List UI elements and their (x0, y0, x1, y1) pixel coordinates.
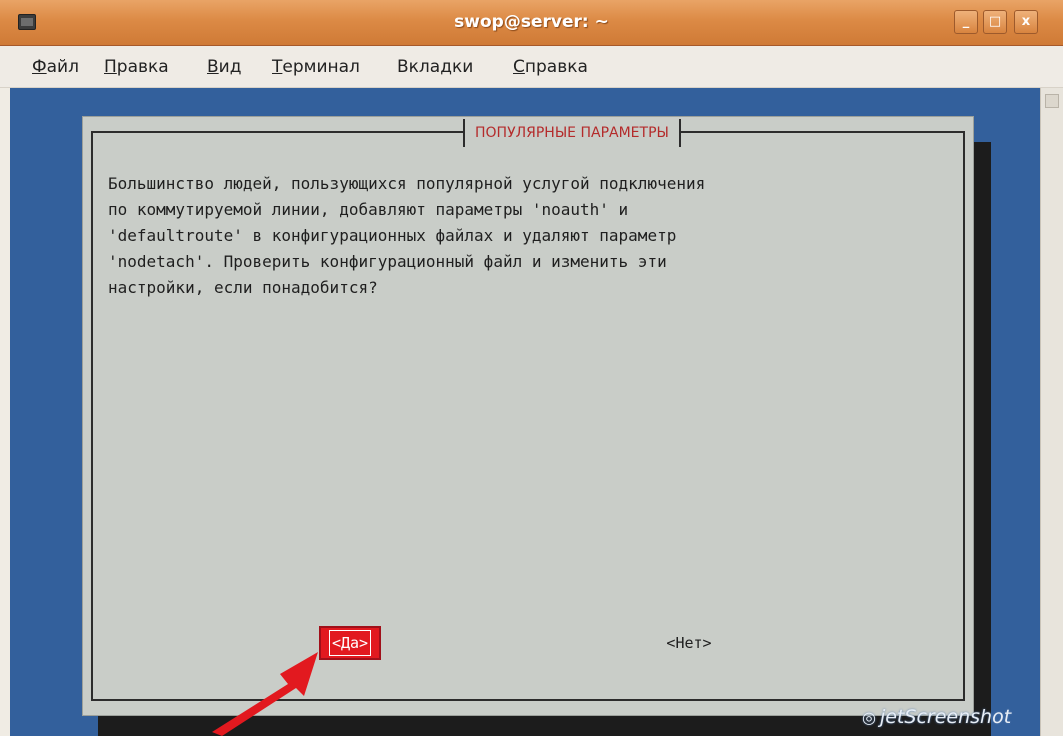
window-titlebar[interactable]: swop@server: ~ _ □ x (0, 0, 1063, 46)
dialog-message: Большинство людей, пользующихся популярн… (108, 174, 706, 297)
pointer-arrow-icon (212, 652, 318, 736)
menu-tabs[interactable]: Вкладки (397, 57, 473, 77)
terminal-scrollbar[interactable] (1040, 88, 1063, 736)
window-title: swop@server: ~ (454, 12, 609, 32)
minimize-button[interactable]: _ (954, 10, 978, 34)
close-button[interactable]: x (1014, 10, 1038, 34)
menu-terminal[interactable]: Терминал (272, 57, 360, 77)
menu-edit[interactable]: Правка (104, 57, 169, 77)
menu-help[interactable]: Справка (513, 57, 588, 77)
menu-file[interactable]: Файл (32, 57, 79, 77)
dialog-title: ПОПУЛЯРНЫЕ ПАРАМЕТРЫ (463, 119, 681, 147)
maximize-button[interactable]: □ (983, 10, 1007, 34)
scroll-up-arrow-icon[interactable] (1045, 94, 1059, 108)
no-button[interactable]: <Нет> (654, 630, 724, 656)
watermark: ◎ jetScreenshot (862, 706, 1012, 728)
camera-icon: ◎ (862, 708, 876, 727)
menu-bar: Файл Правка Вид Терминал Вкладки Справка (0, 46, 1063, 88)
menu-view[interactable]: Вид (207, 57, 241, 77)
